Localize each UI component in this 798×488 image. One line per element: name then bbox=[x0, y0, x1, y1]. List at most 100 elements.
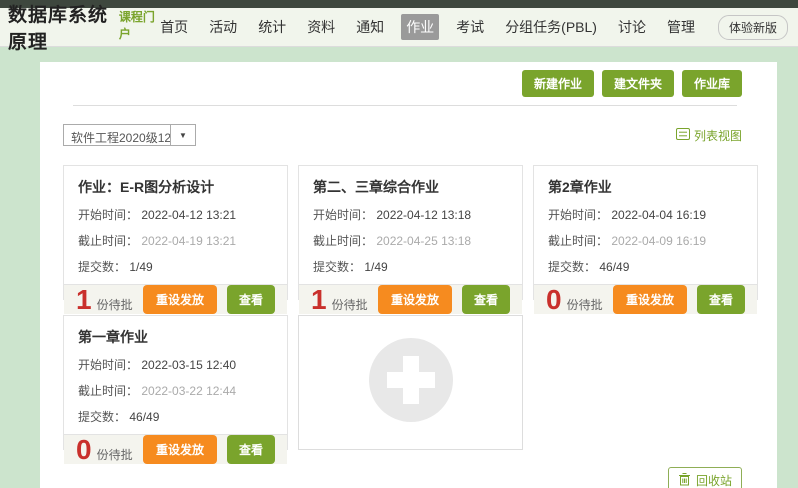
deadline-label: 截止时间： bbox=[78, 234, 138, 248]
deadline-label: 截止时间： bbox=[313, 234, 373, 248]
nav-item-discussion[interactable]: 讨论 bbox=[614, 14, 650, 40]
card-footer: 0 份待批 重设发放 查看 bbox=[534, 284, 757, 314]
submissions-label: 提交数： bbox=[313, 260, 361, 274]
submissions-label: 提交数： bbox=[78, 410, 126, 424]
deadline-row: 截止时间： 2022-04-25 13:18 bbox=[313, 232, 508, 249]
pending-label: 份待批 bbox=[332, 296, 368, 313]
reissue-button[interactable]: 重设发放 bbox=[378, 285, 452, 314]
header: 数据库系统原理 课程门户 首页 活动 统计 资料 通知 作业 考试 分组任务(P… bbox=[0, 8, 798, 47]
card-body: 作业：E-R图分析设计 开始时间： 2022-04-12 13:21 截止时间：… bbox=[64, 166, 287, 284]
course-title-group: 数据库系统原理 课程门户 bbox=[8, 0, 156, 54]
submissions-value: 1/49 bbox=[129, 260, 152, 274]
card-footer: 0 份待批 重设发放 查看 bbox=[64, 434, 287, 464]
submissions-value: 46/49 bbox=[599, 260, 629, 274]
reissue-button[interactable]: 重设发放 bbox=[143, 285, 217, 314]
assignment-cards-grid: 作业：E-R图分析设计 开始时间： 2022-04-12 13:21 截止时间：… bbox=[63, 165, 745, 450]
card-footer: 1 份待批 重设发放 查看 bbox=[299, 284, 522, 314]
recycle-bin-label: 回收站 bbox=[696, 472, 732, 488]
view-button[interactable]: 查看 bbox=[227, 285, 275, 314]
list-view-icon bbox=[676, 128, 690, 143]
reissue-button[interactable]: 重设发放 bbox=[613, 285, 687, 314]
add-assignment-card[interactable] bbox=[298, 315, 523, 450]
card-body: 第二、三章综合作业 开始时间： 2022-04-12 13:18 截止时间： 2… bbox=[299, 166, 522, 284]
new-folder-button[interactable]: 建文件夹 bbox=[602, 70, 674, 97]
class-select-value: 软件工程2020级12班 bbox=[64, 125, 170, 145]
reissue-button[interactable]: 重设发放 bbox=[143, 435, 217, 464]
assignment-card: 第二、三章综合作业 开始时间： 2022-04-12 13:18 截止时间： 2… bbox=[298, 165, 523, 300]
card-body: 第一章作业 开始时间： 2022-03-15 12:40 截止时间： 2022-… bbox=[64, 316, 287, 434]
try-new-version-button[interactable]: 体验新版 bbox=[718, 15, 788, 40]
toolbar-divider bbox=[73, 105, 737, 106]
start-time-value: 2022-04-12 13:18 bbox=[376, 208, 471, 222]
course-title: 数据库系统原理 bbox=[8, 0, 117, 54]
start-time-value: 2022-04-12 13:21 bbox=[141, 208, 236, 222]
list-view-toggle[interactable]: 列表视图 bbox=[676, 127, 742, 144]
nav-item-statistics[interactable]: 统计 bbox=[254, 14, 290, 40]
main-nav: 首页 活动 统计 资料 通知 作业 考试 分组任务(PBL) 讨论 管理 体验新… bbox=[156, 14, 788, 40]
assignment-library-button[interactable]: 作业库 bbox=[682, 70, 742, 97]
card-footer: 1 份待批 重设发放 查看 bbox=[64, 284, 287, 314]
view-button[interactable]: 查看 bbox=[462, 285, 510, 314]
plus-icon bbox=[369, 338, 453, 427]
submissions-label: 提交数： bbox=[548, 260, 596, 274]
view-button[interactable]: 查看 bbox=[697, 285, 745, 314]
nav-item-group-tasks[interactable]: 分组任务(PBL) bbox=[501, 14, 601, 40]
deadline-value: 2022-04-09 16:19 bbox=[611, 234, 706, 248]
submissions-value: 1/49 bbox=[364, 260, 387, 274]
bottom-row: 回收站 bbox=[63, 467, 742, 488]
trash-icon bbox=[678, 472, 691, 488]
start-time-label: 开始时间： bbox=[548, 208, 608, 222]
toolbar: 新建作业 建文件夹 作业库 bbox=[63, 70, 742, 97]
chevron-down-icon[interactable]: ▼ bbox=[170, 125, 195, 145]
pending-count: 1 bbox=[311, 286, 327, 314]
assignment-title: 第二、三章综合作业 bbox=[313, 177, 508, 197]
deadline-label: 截止时间： bbox=[548, 234, 608, 248]
page-background: 新建作业 建文件夹 作业库 软件工程2020级12班 ▼ 列表视图 作业：E-R… bbox=[0, 47, 798, 488]
start-time-label: 开始时间： bbox=[78, 208, 138, 222]
assignment-card: 作业：E-R图分析设计 开始时间： 2022-04-12 13:21 截止时间：… bbox=[63, 165, 288, 300]
start-time-row: 开始时间： 2022-04-12 13:18 bbox=[313, 206, 508, 223]
assignment-card: 第一章作业 开始时间： 2022-03-15 12:40 截止时间： 2022-… bbox=[63, 315, 288, 450]
nav-item-exams[interactable]: 考试 bbox=[452, 14, 488, 40]
submissions-label: 提交数： bbox=[78, 260, 126, 274]
class-select[interactable]: 软件工程2020级12班 ▼ bbox=[63, 124, 196, 146]
pending-label: 份待批 bbox=[97, 446, 133, 463]
pending-label: 份待批 bbox=[567, 296, 603, 313]
start-time-row: 开始时间： 2022-03-15 12:40 bbox=[78, 356, 273, 373]
list-view-label: 列表视图 bbox=[694, 127, 742, 144]
deadline-value: 2022-04-19 13:21 bbox=[141, 234, 236, 248]
submissions-row: 提交数： 46/49 bbox=[548, 258, 743, 275]
deadline-row: 截止时间： 2022-04-19 13:21 bbox=[78, 232, 273, 249]
assignment-title: 第一章作业 bbox=[78, 327, 273, 347]
start-time-label: 开始时间： bbox=[313, 208, 373, 222]
pending-label: 份待批 bbox=[97, 296, 133, 313]
nav-item-homework[interactable]: 作业 bbox=[401, 14, 439, 40]
start-time-value: 2022-03-15 12:40 bbox=[141, 358, 236, 372]
course-portal-link[interactable]: 课程门户 bbox=[119, 8, 156, 42]
submissions-row: 提交数： 1/49 bbox=[313, 258, 508, 275]
nav-item-activity[interactable]: 活动 bbox=[205, 14, 241, 40]
pending-count: 1 bbox=[76, 286, 92, 314]
nav-item-materials[interactable]: 资料 bbox=[303, 14, 339, 40]
recycle-bin-button[interactable]: 回收站 bbox=[668, 467, 742, 488]
submissions-row: 提交数： 46/49 bbox=[78, 408, 273, 425]
nav-item-management[interactable]: 管理 bbox=[663, 14, 699, 40]
deadline-value: 2022-03-22 12:44 bbox=[141, 384, 236, 398]
assignment-card: 第2章作业 开始时间： 2022-04-04 16:19 截止时间： 2022-… bbox=[533, 165, 758, 300]
content-panel: 新建作业 建文件夹 作业库 软件工程2020级12班 ▼ 列表视图 作业：E-R… bbox=[40, 62, 777, 488]
nav-item-home[interactable]: 首页 bbox=[156, 14, 192, 40]
assignment-title: 作业：E-R图分析设计 bbox=[78, 177, 273, 197]
submissions-value: 46/49 bbox=[129, 410, 159, 424]
new-assignment-button[interactable]: 新建作业 bbox=[522, 70, 594, 97]
deadline-value: 2022-04-25 13:18 bbox=[376, 234, 471, 248]
start-time-row: 开始时间： 2022-04-04 16:19 bbox=[548, 206, 743, 223]
card-body: 第2章作业 开始时间： 2022-04-04 16:19 截止时间： 2022-… bbox=[534, 166, 757, 284]
nav-item-notifications[interactable]: 通知 bbox=[352, 14, 388, 40]
deadline-row: 截止时间： 2022-03-22 12:44 bbox=[78, 382, 273, 399]
deadline-row: 截止时间： 2022-04-09 16:19 bbox=[548, 232, 743, 249]
pending-count: 0 bbox=[76, 436, 92, 464]
start-time-value: 2022-04-04 16:19 bbox=[611, 208, 706, 222]
view-button[interactable]: 查看 bbox=[227, 435, 275, 464]
start-time-label: 开始时间： bbox=[78, 358, 138, 372]
assignment-title: 第2章作业 bbox=[548, 177, 743, 197]
